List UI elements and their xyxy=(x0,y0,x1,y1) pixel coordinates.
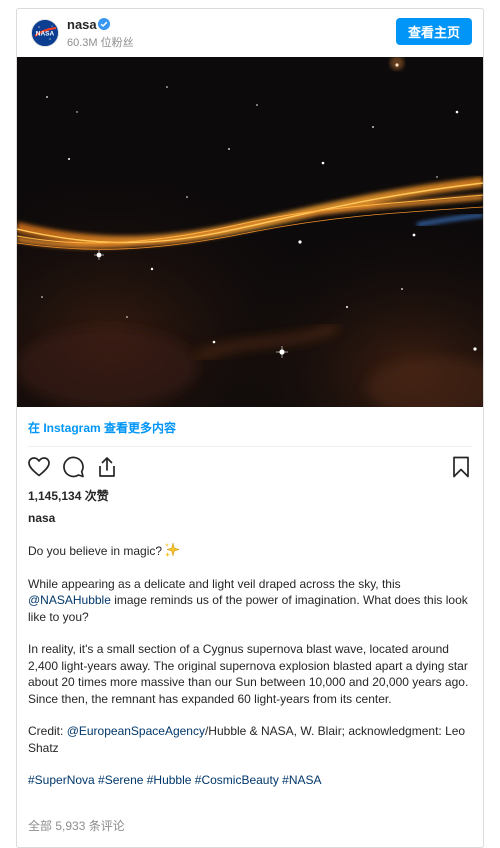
mention-nasahubble-link[interactable]: @NASAHubble xyxy=(28,593,111,607)
view-more-on-instagram-link[interactable]: 在 Instagram 查看更多内容 xyxy=(28,419,176,436)
caption-credit: Credit: @EuropeanSpaceAgency/Hubble & NA… xyxy=(28,723,478,756)
supernova-photo xyxy=(17,57,483,407)
like-count[interactable]: 1,145,134 次赞 xyxy=(28,487,109,504)
action-bar xyxy=(27,455,473,481)
hashtags[interactable]: #SuperNova #Serene #Hubble #CosmicBeauty… xyxy=(28,772,478,789)
bookmark-icon[interactable] xyxy=(449,455,473,479)
comment-icon[interactable] xyxy=(61,455,85,479)
post-header: NASA nasa 60.3M 位粉丝 查看主页 xyxy=(17,9,483,57)
nasa-logo-icon: NASA xyxy=(32,20,58,46)
share-icon[interactable] xyxy=(95,455,119,479)
caption-question: Do you believe in magic? xyxy=(28,544,163,558)
caption-paragraph-2: While appearing as a delicate and light … xyxy=(28,576,478,626)
follower-count: 60.3M 位粉丝 xyxy=(67,37,134,49)
svg-text:NASA: NASA xyxy=(36,31,55,38)
post-author[interactable]: nasa xyxy=(28,511,55,525)
username[interactable]: nasa xyxy=(67,17,97,32)
sparkles-emoji-icon xyxy=(165,542,180,557)
verified-badge-icon xyxy=(98,18,110,30)
credit-label: Credit: xyxy=(28,724,67,738)
view-all-comments-link[interactable]: 全部 5,933 条评论 xyxy=(28,817,125,834)
avatar[interactable]: NASA xyxy=(31,19,59,47)
heart-icon[interactable] xyxy=(27,455,51,479)
caption-line-1: Do you believe in magic? xyxy=(28,542,478,560)
post-caption: Do you believe in magic? While appearing… xyxy=(28,542,478,805)
caption-text: While appearing as a delicate and light … xyxy=(28,576,401,591)
divider xyxy=(28,446,472,447)
mention-esa-link[interactable]: @EuropeanSpaceAgency xyxy=(67,724,205,738)
caption-paragraph-3: In reality, it's a small section of a Cy… xyxy=(28,642,469,706)
instagram-embed-card: NASA nasa 60.3M 位粉丝 查看主页 在 Instagram 查看更… xyxy=(16,8,484,848)
view-profile-button[interactable]: 查看主页 xyxy=(396,18,472,45)
post-image[interactable] xyxy=(17,57,483,407)
